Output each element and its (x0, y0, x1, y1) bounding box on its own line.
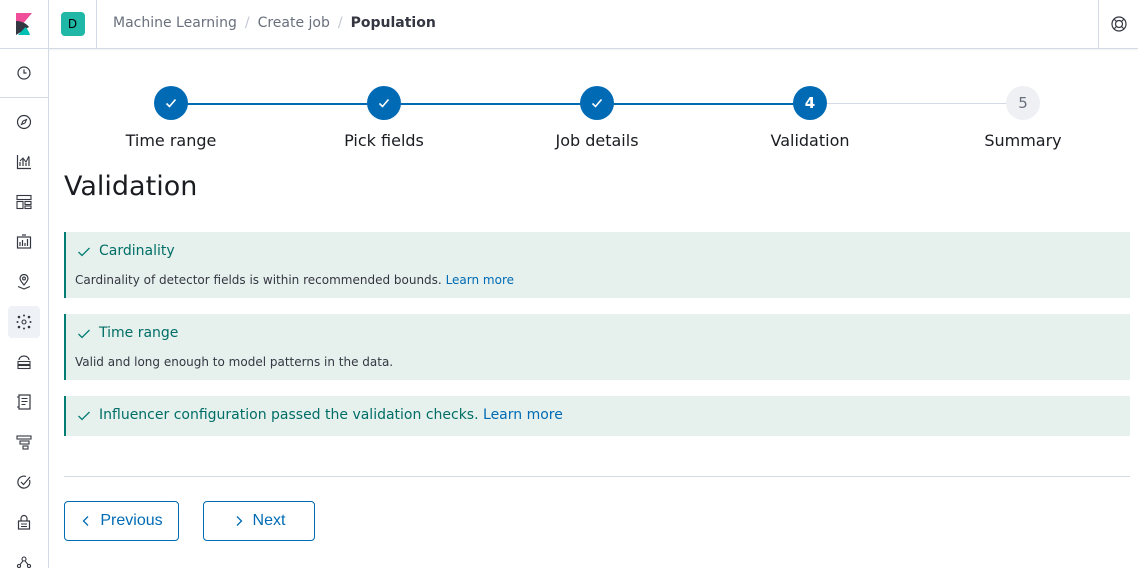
space-selector[interactable]: D (49, 0, 97, 48)
siem-icon[interactable] (8, 506, 40, 538)
step-time-range[interactable]: Time range (81, 86, 261, 150)
space-avatar: D (60, 12, 85, 36)
job-wizard-stepper: Time range Pick fields Job details 4 Val… (64, 86, 1130, 156)
learn-more-link[interactable]: Learn more (483, 407, 563, 423)
step-summary[interactable]: 5 Summary (933, 86, 1113, 150)
callout-title: Time range (99, 325, 179, 341)
callout-title: Cardinality (99, 243, 175, 259)
step-label: Job details (555, 131, 639, 150)
discover-icon[interactable] (8, 106, 40, 138)
kibana-logo-icon (16, 13, 32, 35)
kibana-logo[interactable] (0, 0, 49, 48)
callout-title: Influencer configuration passed the vali… (99, 407, 563, 423)
side-nav (0, 49, 49, 568)
callout-title-text: Influencer configuration passed the vali… (99, 407, 479, 423)
maps-icon[interactable] (8, 266, 40, 298)
validation-callout-influencer: Influencer configuration passed the vali… (64, 396, 1130, 436)
help-lifebuoy-icon (1110, 16, 1127, 32)
step-complete-check-icon (154, 86, 188, 120)
step-label: Pick fields (344, 131, 424, 150)
validation-callout-cardinality: Cardinality Cardinality of detector fiel… (64, 232, 1130, 298)
visualize-icon[interactable] (8, 146, 40, 178)
step-number: 4 (793, 86, 827, 120)
callout-body: Valid and long enough to model patterns … (75, 355, 394, 369)
check-icon (78, 247, 90, 257)
callout-body-text: Cardinality of detector fields is within… (75, 273, 442, 287)
step-label: Validation (770, 131, 850, 150)
breadcrumb-current: Population (350, 15, 436, 31)
step-number: 5 (1006, 86, 1040, 120)
stepper-progress-line (171, 103, 811, 105)
validation-callout-time-range: Time range Valid and long enough to mode… (64, 314, 1130, 380)
step-pick-fields[interactable]: Pick fields (294, 86, 474, 150)
breadcrumb-separator: / (244, 15, 250, 31)
previous-button[interactable]: Previous (64, 501, 179, 541)
breadcrumb-separator: / (337, 15, 343, 31)
canvas-icon[interactable] (8, 226, 40, 258)
nav-divider (0, 97, 48, 98)
next-button-label: Next (252, 512, 286, 529)
section-divider (64, 476, 1130, 477)
graph-icon[interactable] (8, 546, 40, 568)
page-title: Validation (64, 171, 198, 202)
step-job-details[interactable]: Job details (507, 86, 687, 150)
infrastructure-icon[interactable] (8, 346, 40, 378)
chevron-right-icon (236, 516, 242, 526)
breadcrumb: Machine Learning / Create job / Populati… (113, 15, 436, 31)
breadcrumb-machine-learning[interactable]: Machine Learning (113, 15, 237, 31)
step-complete-check-icon (367, 86, 401, 120)
previous-button-label: Previous (100, 512, 163, 529)
recently-viewed-icon[interactable] (8, 57, 40, 89)
next-button[interactable]: Next (203, 501, 315, 541)
check-icon (78, 411, 90, 421)
help-menu-button[interactable] (1098, 0, 1138, 48)
logs-icon[interactable] (8, 386, 40, 418)
step-label: Summary (984, 131, 1062, 150)
step-label: Time range (125, 131, 217, 150)
callout-body: Cardinality of detector fields is within… (75, 273, 514, 287)
learn-more-link[interactable]: Learn more (446, 273, 514, 287)
dashboard-icon[interactable] (8, 186, 40, 218)
breadcrumb-create-job[interactable]: Create job (258, 15, 330, 31)
chevron-left-icon (82, 516, 89, 526)
step-complete-check-icon (580, 86, 614, 120)
machine-learning-icon[interactable] (8, 306, 40, 338)
check-icon (78, 329, 90, 339)
apm-icon[interactable] (8, 426, 40, 458)
step-validation[interactable]: 4 Validation (720, 86, 900, 150)
uptime-icon[interactable] (8, 466, 40, 498)
top-header: D Machine Learning / Create job / Popula… (0, 0, 1138, 49)
